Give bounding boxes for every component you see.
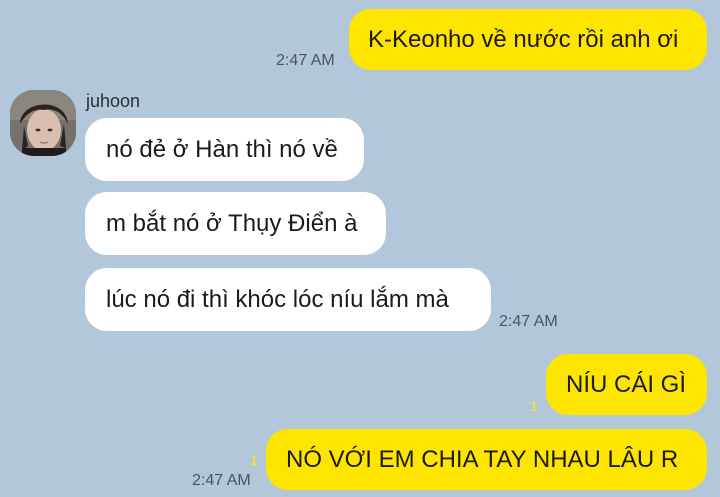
received-message-bubble[interactable]: m bắt nó ở Thụy Điển à xyxy=(85,192,386,255)
profile-photo-icon xyxy=(10,90,76,156)
sent-message-bubble[interactable]: NÍU CÁI GÌ xyxy=(546,354,707,415)
message-timestamp: 2:47 AM xyxy=(192,472,251,489)
message-text: m bắt nó ở Thụy Điển à xyxy=(106,209,358,237)
message-text: K-Keonho về nước rồi anh ơi xyxy=(368,25,679,53)
message-text: nó đẻ ở Hàn thì nó về xyxy=(106,135,338,163)
contact-name: juhoon xyxy=(86,91,141,111)
received-message-bubble[interactable]: lúc nó đi thì khóc lóc níu lắm mà xyxy=(85,268,491,331)
message-text: NÍU CÁI GÌ xyxy=(566,370,687,398)
message-timestamp: 2:47 AM xyxy=(276,52,335,69)
unread-count-badge: 1 xyxy=(250,452,258,468)
message-text: NÓ VỚI EM CHIA TAY NHAU LÂU R xyxy=(286,445,679,473)
message-text: lúc nó đi thì khóc lóc níu lắm mà xyxy=(106,285,449,313)
received-message-bubble[interactable]: nó đẻ ở Hàn thì nó về xyxy=(85,118,364,181)
message-timestamp: 2:47 AM xyxy=(499,313,558,330)
contact-avatar[interactable] xyxy=(10,90,76,156)
sent-message-bubble[interactable]: NÓ VỚI EM CHIA TAY NHAU LÂU R xyxy=(266,429,707,490)
unread-count-badge: 1 xyxy=(530,398,538,414)
sent-message-bubble[interactable]: K-Keonho về nước rồi anh ơi xyxy=(349,9,707,70)
